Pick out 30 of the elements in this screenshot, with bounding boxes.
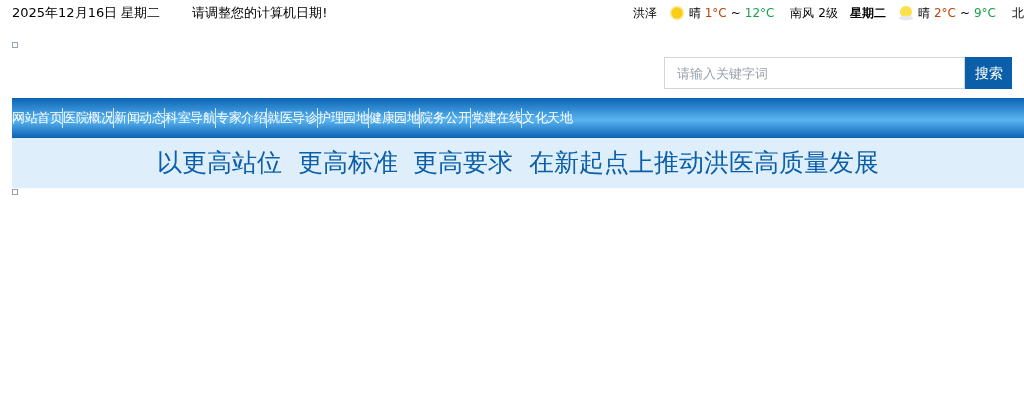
sun-cloud-icon: [897, 5, 914, 21]
nav-link[interactable]: 网站首页: [12, 108, 62, 128]
low-temp-text: 1°C: [704, 5, 727, 22]
broken-image-icon: [12, 42, 18, 48]
wind-text: 南风 2级: [790, 5, 838, 22]
nav-link[interactable]: 党建在线: [470, 108, 521, 128]
wind-text: 北: [1012, 5, 1024, 22]
notice-text: 请调整您的计算机日期!: [192, 4, 328, 23]
nav-link[interactable]: 科室导航: [164, 108, 215, 128]
broken-image-icon: [12, 189, 18, 195]
nav-link[interactable]: 护理园地: [317, 108, 368, 128]
nav-link[interactable]: 就医导诊: [266, 108, 317, 128]
nav-link[interactable]: 健康园地: [368, 108, 419, 128]
low-temp-text: 2°C: [933, 5, 956, 22]
search-button[interactable]: 搜索: [965, 57, 1012, 89]
condition-text: 晴: [688, 5, 701, 22]
high-temp-text: 9°C: [974, 5, 996, 22]
condition-text: 晴: [917, 5, 930, 22]
nav-link[interactable]: 新闻动态: [113, 108, 164, 128]
sun-icon: [668, 5, 685, 21]
search-field[interactable]: 请输入关键字词: [664, 57, 965, 89]
nav-link[interactable]: 专家介绍: [215, 108, 266, 128]
city-text: 洪泽: [632, 5, 657, 22]
tilde-text: ~: [959, 5, 970, 22]
weekday-text: 星期二: [849, 5, 886, 22]
tilde-text: ~: [730, 5, 741, 22]
slogan-text: 以更高站位 更高标准 更高要求 在新起点上推动洪医高质量发展: [156, 147, 880, 180]
high-temp-text: 12°C: [744, 5, 775, 22]
date-text: 2025年12月16日 星期二: [12, 4, 161, 23]
nav-link[interactable]: 文化天地: [521, 108, 572, 128]
